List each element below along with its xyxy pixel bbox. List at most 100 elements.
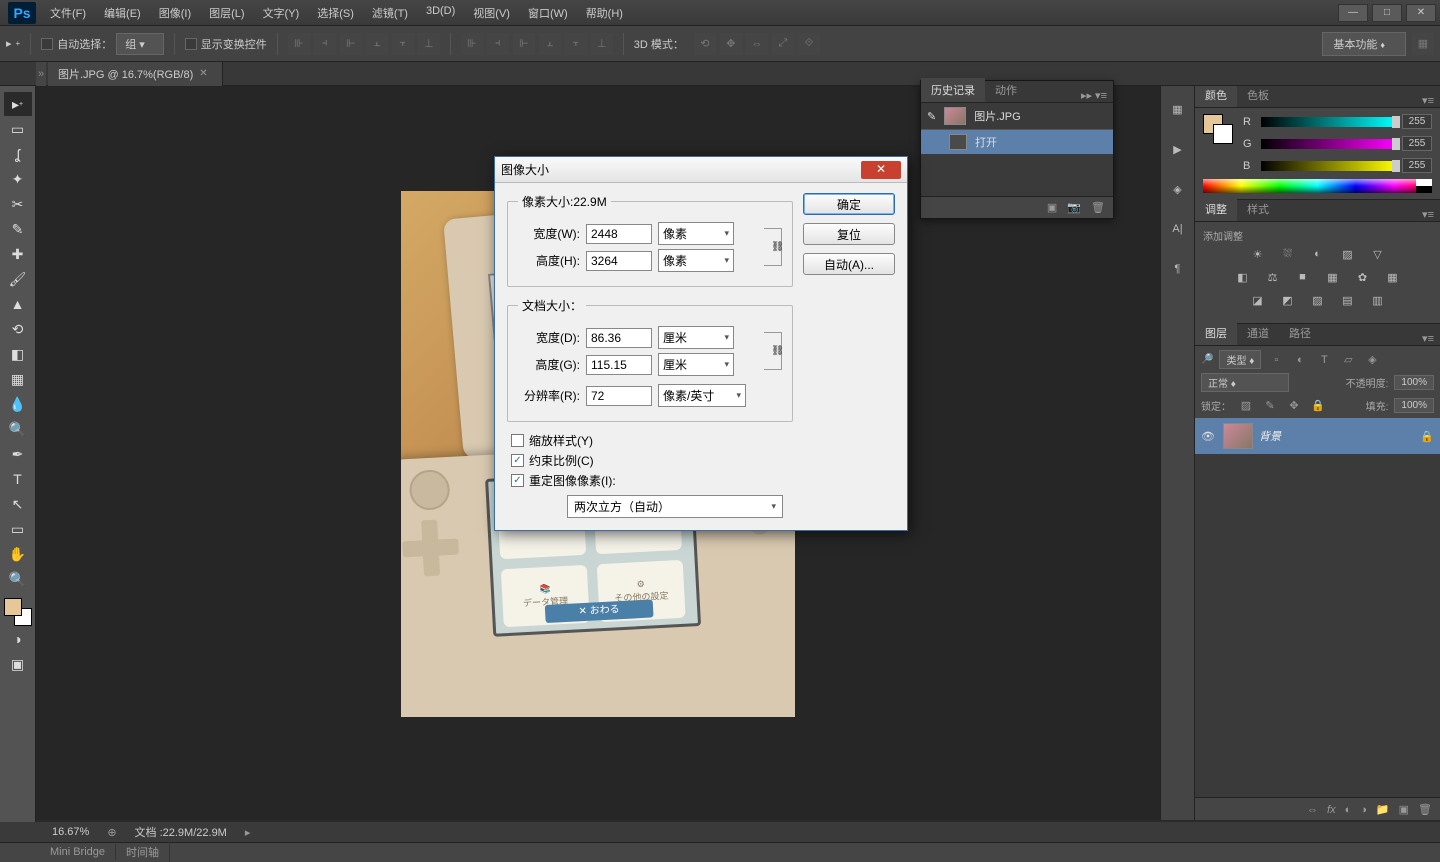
tabs-expand-grip[interactable]: » [36,62,46,86]
visibility-icon[interactable]: 👁 [1201,430,1217,443]
adj-icon[interactable]: ☀ [1248,248,1268,266]
filter-icon[interactable]: T [1315,351,1333,369]
close-button[interactable]: ✕ [1406,4,1436,22]
hand-tool[interactable]: ✋ [4,542,32,566]
workspace-selector[interactable]: 基本功能 ♦ [1322,32,1406,56]
layers-tab[interactable]: 图层 [1195,321,1237,345]
brush-tool[interactable]: 🖌 [4,267,32,291]
distribute-icon[interactable]: ⫠ [539,33,561,55]
align-icon[interactable]: ⫠ [366,33,388,55]
align-icon[interactable]: ⫞ [314,33,336,55]
menu-layer[interactable]: 图层(L) [201,1,252,25]
distribute-icon[interactable]: ⊩ [513,33,535,55]
constrain-checkbox[interactable]: ✓约束比例(C) [511,452,793,469]
link-icon[interactable] [764,228,782,266]
resolution-unit[interactable]: 像素/英寸 [658,384,746,407]
adj-icon[interactable]: ▦ [1383,271,1403,289]
align-icon[interactable]: ⫟ [392,33,414,55]
panel-menu-icon[interactable]: ▸▸ ▾≡ [1075,89,1113,102]
foreground-swatch[interactable] [4,598,22,616]
filter-icon[interactable]: ◈ [1363,351,1381,369]
distribute-icon[interactable]: ⫟ [565,33,587,55]
panel-icon[interactable]: A| [1167,218,1189,240]
show-transform-option[interactable]: 显示变换控件 [185,36,267,52]
g-slider[interactable] [1261,139,1396,149]
adj-icon[interactable]: ▥ [1368,294,1388,312]
b-value[interactable]: 255 [1402,158,1432,173]
adj-icon[interactable]: ▽ [1368,248,1388,266]
align-icon[interactable]: ⊥ [418,33,440,55]
width-doc-unit[interactable]: 厘米 [658,326,734,349]
ok-button[interactable]: 确定 [803,193,895,215]
maximize-button[interactable]: □ [1372,4,1402,22]
trash-icon[interactable]: 🗑 [1418,803,1432,816]
resample-checkbox[interactable]: ✓重定图像像素(I): [511,472,793,489]
width-px-input[interactable] [586,224,652,244]
width-doc-input[interactable] [586,328,652,348]
cancel-button[interactable]: 复位 [803,223,895,245]
checkbox-icon[interactable] [41,38,53,50]
adj-icon[interactable]: ✿ [1353,271,1373,289]
lasso-tool[interactable]: ʆ [4,142,32,166]
blend-mode[interactable]: 正常 ♦ [1201,373,1289,392]
dialog-close-button[interactable]: ✕ [861,161,901,179]
history-tab[interactable]: 历史记录 [921,78,985,102]
adj-icon[interactable]: ▤ [1338,294,1358,312]
stamp-tool[interactable]: ▲ [4,292,32,316]
filter-icon[interactable]: ▱ [1339,351,1357,369]
lock-icon[interactable]: ▨ [1237,396,1255,414]
channels-tab[interactable]: 通道 [1237,321,1279,345]
styles-tab[interactable]: 样式 [1237,197,1279,221]
dodge-tool[interactable]: 🔍 [4,417,32,441]
dialog-titlebar[interactable]: 图像大小 ✕ [495,157,907,183]
link-icon[interactable] [764,332,782,370]
width-px-unit[interactable]: 像素 [658,222,734,245]
menu-image[interactable]: 图像(I) [151,1,199,25]
panel-icon[interactable]: ▦ [1167,98,1189,120]
document-tab[interactable]: 图片.JPG @ 16.7%(RGB/8) ✕ [48,62,223,86]
3d-icon[interactable]: ⟐ [798,33,820,55]
panel-menu-icon[interactable]: ▾≡ [1416,208,1440,221]
fill-value[interactable]: 100% [1394,398,1434,413]
eyedropper-tool[interactable]: ✎ [4,217,32,241]
menu-select[interactable]: 选择(S) [309,1,362,25]
distribute-icon[interactable]: ⊪ [461,33,483,55]
scale-styles-checkbox[interactable]: 缩放样式(Y) [511,432,793,449]
adj-icon[interactable]: ■ [1293,271,1313,289]
height-doc-input[interactable] [586,355,652,375]
new-layer-icon[interactable]: ▣ [1399,803,1409,816]
menu-3d[interactable]: 3D(D) [418,1,463,25]
new-doc-icon[interactable]: ▣ [1047,201,1057,214]
adj-icon[interactable]: ⚖ [1263,271,1283,289]
b-slider[interactable] [1261,161,1396,171]
adj-icon[interactable]: ◐ [1308,248,1328,266]
layer-row[interactable]: 👁 背景 🔒 [1195,418,1440,454]
3d-icon[interactable]: ✥ [720,33,742,55]
link-icon[interactable]: ⇔ [1307,804,1318,816]
trash-icon[interactable]: 🗑 [1091,201,1105,214]
menu-file[interactable]: 文件(F) [42,1,94,25]
adj-layer-icon[interactable]: ◑ [1360,804,1367,816]
path-select-tool[interactable]: ↖ [4,492,32,516]
adj-icon[interactable]: ◧ [1233,271,1253,289]
move-tool[interactable]: ▸+ [4,92,32,116]
menu-window[interactable]: 窗口(W) [520,1,576,25]
gradient-tool[interactable]: ▦ [4,367,32,391]
group-icon[interactable]: 📁 [1376,803,1390,816]
minibridge-tab[interactable]: Mini Bridge [40,844,116,860]
zoom-tool[interactable]: 🔍 [4,567,32,591]
panel-icon[interactable]: ◈ [1167,178,1189,200]
sync-icon[interactable]: ▦ [1412,33,1434,55]
minimize-button[interactable]: — [1338,4,1368,22]
filter-icon[interactable]: ▫ [1267,351,1285,369]
marquee-tool[interactable]: ▭ [4,117,32,141]
swatches-tab[interactable]: 色板 [1237,83,1279,107]
actions-tab[interactable]: 动作 [985,78,1027,102]
distribute-icon[interactable]: ⊥ [591,33,613,55]
crop-tool[interactable]: ✂ [4,192,32,216]
panel-icon[interactable]: ▶ [1167,138,1189,160]
snapshot-icon[interactable]: 📷 [1067,201,1081,214]
screenmode-tool[interactable]: ▣ [4,652,32,676]
interpolation-select[interactable]: 两次立方（自动） [567,495,783,518]
filter-icon[interactable]: ◐ [1291,351,1309,369]
